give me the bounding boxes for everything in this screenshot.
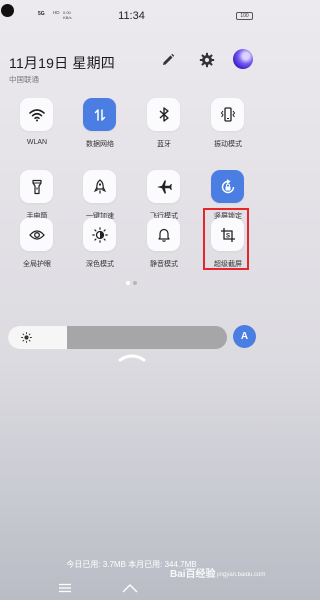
carrier-label: 中国联通: [9, 75, 39, 84]
mobile-data-button[interactable]: [83, 98, 116, 131]
clock: 11:34: [118, 10, 145, 22]
auto-brightness-button[interactable]: A: [233, 325, 256, 348]
eye-icon: [28, 229, 45, 240]
chevron-up-icon[interactable]: [117, 351, 147, 363]
dark-mode-icon: [91, 226, 108, 243]
highlight-box: [203, 208, 249, 270]
rotation-lock-button[interactable]: [211, 170, 244, 203]
brightness-fill: [8, 326, 68, 349]
bluetooth-button[interactable]: [147, 98, 180, 131]
page-indicator: [133, 281, 137, 285]
bluetooth-icon: [159, 107, 169, 122]
flashlight-button[interactable]: [20, 170, 53, 203]
dark-mode-button[interactable]: [83, 218, 116, 251]
gear-icon[interactable]: [199, 52, 215, 68]
rotation-lock-icon: [221, 178, 234, 193]
tile-label: 静音模式: [150, 261, 178, 268]
home-icon[interactable]: [122, 583, 138, 593]
airplane-icon: [156, 180, 172, 193]
airplane-button[interactable]: [147, 170, 180, 203]
boost-button[interactable]: [83, 170, 116, 203]
vibrate-button[interactable]: [211, 98, 244, 131]
wlan-button[interactable]: [20, 98, 53, 131]
bell-icon: [157, 228, 170, 242]
tile-label: 深色模式: [86, 261, 114, 268]
data-usage-label: 今日已用: 3.7MB 本月已用: 344.7MB: [66, 560, 197, 569]
flashlight-icon: [31, 179, 42, 194]
eye-care-button[interactable]: [20, 218, 53, 251]
tile-label: 蓝牙: [157, 141, 171, 148]
nav-bar: [0, 576, 263, 600]
menu-icon[interactable]: [58, 583, 72, 593]
tile-label: 全局护眼: [23, 261, 51, 268]
tile-label: 数据网络: [86, 141, 114, 148]
tile-label: WLAN: [26, 139, 48, 146]
rocket-icon: [93, 178, 106, 193]
vibrate-icon: [220, 107, 235, 122]
status-bar: 5G HD 0.00 KB/s 11:34 100: [0, 0, 263, 36]
page-indicator-active: [126, 281, 130, 285]
wifi-icon: [28, 108, 45, 121]
silent-button[interactable]: [147, 218, 180, 251]
avatar[interactable]: [233, 49, 253, 69]
tile-label: 振动模式: [214, 141, 242, 148]
date-label: 11月19日 星期四: [9, 55, 115, 71]
edit-icon[interactable]: [160, 52, 176, 68]
battery-indicator: 100: [236, 12, 253, 20]
brightness-slider[interactable]: [8, 326, 227, 349]
mobile-data-icon: [94, 108, 105, 121]
sun-icon: [21, 332, 32, 343]
